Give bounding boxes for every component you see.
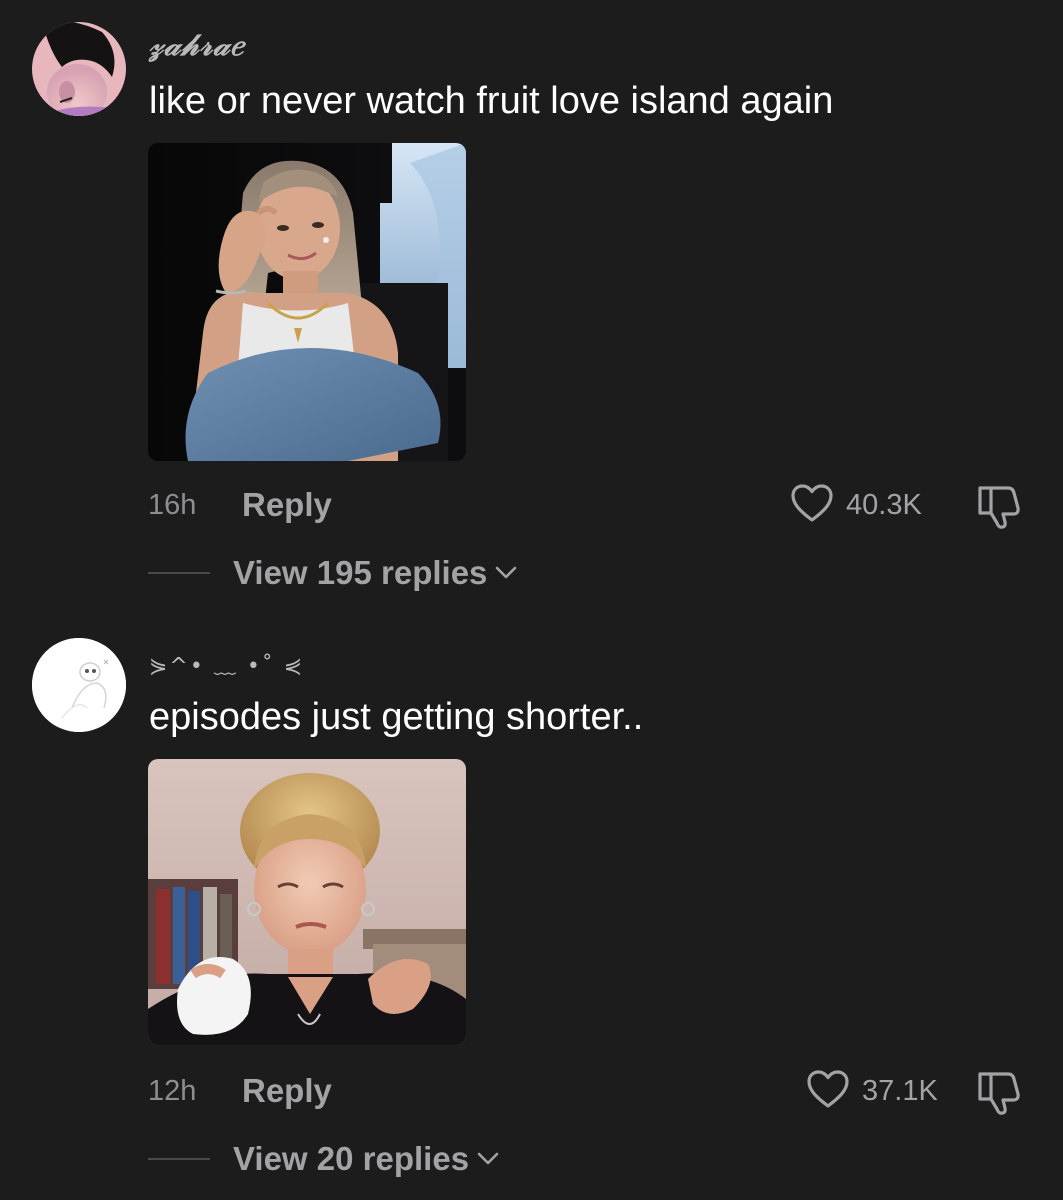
chevron-down-icon — [477, 1152, 499, 1165]
comment-gif-image[interactable] — [148, 143, 466, 461]
thumbs-down-icon[interactable] — [972, 480, 1024, 532]
comment-timestamp: 16h — [148, 489, 197, 521]
view-replies-button[interactable]: View 20 replies — [233, 1140, 499, 1178]
view-replies-button[interactable]: View 195 replies — [233, 554, 517, 592]
like-count: 40.3K — [846, 488, 922, 521]
thread-divider — [148, 572, 210, 574]
comment-text: like or never watch fruit love island ag… — [149, 80, 834, 122]
comment-text: episodes just getting shorter.. — [149, 696, 644, 738]
comment-gif-image[interactable] — [148, 759, 466, 1045]
thumbs-down-icon[interactable] — [972, 1066, 1024, 1118]
username[interactable]: 𝓏𝒶𝒽𝓇𝒶𝑒 — [149, 28, 244, 63]
comment-item: 𝓏𝒶𝒽𝓇𝒶𝑒 like or never watch fruit love is… — [0, 0, 1063, 600]
reply-button[interactable]: Reply — [242, 1072, 332, 1110]
view-replies-label: View 20 replies — [233, 1140, 470, 1177]
chevron-down-icon — [496, 566, 517, 579]
username[interactable]: ⋟^• ﹏ •˚ ⋞ — [149, 648, 304, 680]
like-button[interactable]: 37.1K — [806, 1069, 938, 1113]
view-replies-label: View 195 replies — [233, 554, 488, 591]
thread-divider — [148, 1158, 210, 1160]
comment-timestamp: 12h — [148, 1075, 197, 1107]
heart-outline-icon — [806, 1069, 850, 1114]
like-button[interactable]: 40.3K — [790, 483, 922, 527]
like-count: 37.1K — [862, 1074, 938, 1107]
avatar[interactable] — [32, 22, 126, 116]
reply-button[interactable]: Reply — [242, 486, 332, 524]
comment-item: ⋟^• ﹏ •˚ ⋞ episodes just getting shorter… — [0, 600, 1063, 1200]
heart-outline-icon — [790, 483, 834, 528]
avatar[interactable] — [32, 638, 126, 732]
